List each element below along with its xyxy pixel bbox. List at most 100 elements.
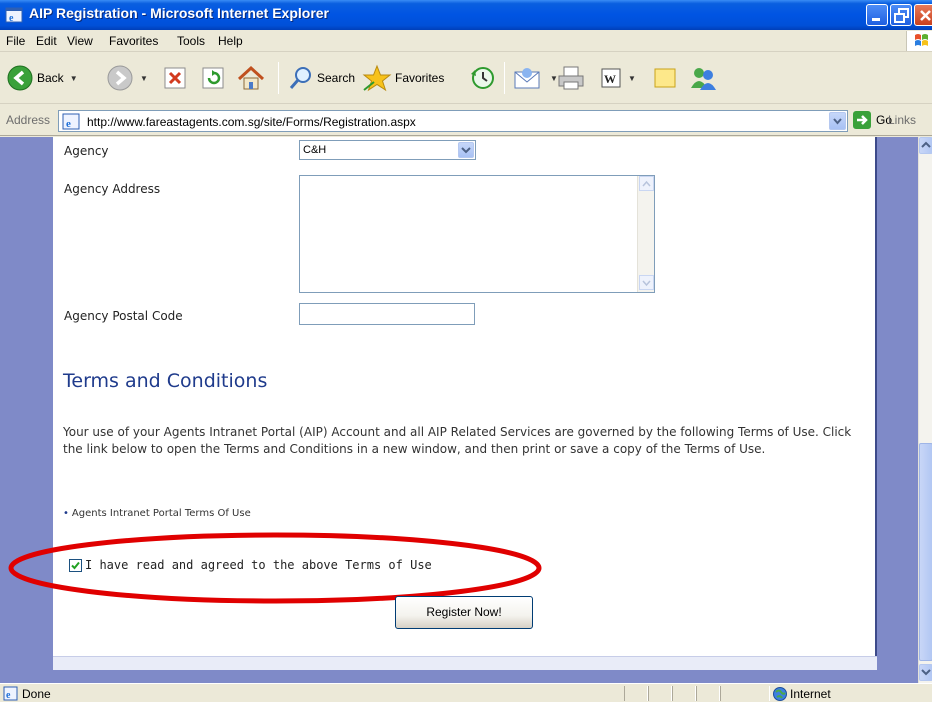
checkmark-icon (71, 561, 80, 569)
minimize-icon (872, 18, 880, 21)
registration-form: Agency C&H Agency Address Agency Postal … (8, 137, 877, 670)
page-scrollbar[interactable] (918, 137, 932, 683)
postal-code-input[interactable] (299, 303, 475, 325)
menu-tools[interactable]: Tools (177, 34, 205, 48)
toolbar-separator (278, 62, 279, 94)
page-footer-strip (53, 656, 877, 670)
menu-favorites[interactable]: Favorites (109, 34, 158, 48)
ie-page-icon: e (3, 686, 18, 701)
menu-file[interactable]: File (6, 34, 25, 48)
address-url: http://www.fareastagents.com.sg/site/For… (87, 115, 416, 129)
refresh-icon (202, 67, 224, 89)
dropdown-arrow-icon: ▼ (140, 73, 148, 83)
svg-text:e: e (66, 118, 71, 130)
status-text: Done (22, 687, 51, 701)
chevron-down-icon (642, 280, 651, 287)
toolbar: Back ▼ ▼ Search Favorites ▼ W ▼ (0, 52, 932, 104)
agree-label: I have read and agreed to the above Term… (85, 558, 432, 572)
favorites-button[interactable]: Favorites (362, 60, 444, 96)
chevron-up-icon (921, 141, 931, 148)
security-zone: Internet (790, 687, 831, 701)
scroll-up-button[interactable] (639, 176, 654, 191)
search-label: Search (317, 71, 356, 85)
windows-logo-icon (906, 31, 932, 51)
svg-text:e: e (9, 13, 14, 24)
ie-page-icon: e (62, 113, 80, 130)
status-panel (696, 686, 720, 701)
edit-word-button[interactable]: W ▼ (600, 60, 636, 96)
address-label: Address (6, 113, 51, 127)
agree-checkbox[interactable] (69, 558, 82, 572)
mail-button[interactable]: ▼ (512, 60, 558, 96)
title-bar: e AIP Registration - Microsoft Internet … (0, 0, 932, 30)
print-icon (558, 66, 584, 90)
go-arrow-icon (853, 111, 871, 129)
close-button[interactable] (914, 4, 932, 26)
history-button[interactable] (468, 60, 496, 96)
page-viewport: Agency C&H Agency Address Agency Postal … (0, 137, 918, 683)
stop-button[interactable] (162, 60, 188, 96)
menu-bar: File Edit View Favorites Tools Help (0, 30, 932, 52)
agree-terms-row[interactable]: I have read and agreed to the above Term… (69, 558, 432, 572)
scroll-down-button[interactable] (919, 664, 932, 681)
status-panel (672, 686, 696, 701)
toolbar-separator (504, 62, 505, 94)
print-button[interactable] (556, 60, 586, 96)
minimize-button[interactable] (866, 4, 888, 26)
dropdown-arrow-icon: ▼ (628, 73, 636, 83)
terms-heading: Terms and Conditions (63, 370, 268, 392)
agency-address-textarea[interactable] (299, 175, 655, 293)
messenger-icon (691, 68, 716, 90)
discuss-button[interactable] (652, 60, 678, 96)
window-title: AIP Registration - Microsoft Internet Ex… (29, 5, 330, 21)
textarea-scrollbar[interactable] (637, 176, 654, 292)
refresh-button[interactable] (200, 60, 226, 96)
links-label[interactable]: Links (888, 113, 916, 127)
menu-help[interactable]: Help (218, 34, 243, 48)
globe-icon (773, 687, 787, 701)
svg-text:e: e (6, 690, 11, 701)
back-label: Back (37, 71, 64, 85)
terms-body: Your use of your Agents Intranet Portal … (63, 425, 852, 456)
word-icon: W (601, 68, 621, 88)
mail-icon (514, 68, 540, 89)
forward-button[interactable]: ▼ (106, 60, 148, 96)
address-input[interactable]: e http://www.fareastagents.com.sg/site/F… (58, 110, 848, 132)
scroll-thumb[interactable] (919, 443, 932, 661)
agency-label: Agency (64, 144, 109, 158)
home-button[interactable] (236, 60, 266, 96)
ie-icon: e (5, 7, 23, 24)
status-bar: e Done Internet (0, 683, 932, 702)
back-button[interactable]: Back ▼ (6, 60, 78, 96)
terms-link-text[interactable]: Agents Intranet Portal Terms Of Use (72, 508, 251, 519)
chevron-down-icon (833, 118, 842, 125)
forward-arrow-icon (107, 65, 133, 91)
favorites-label: Favorites (395, 71, 445, 85)
agency-address-label: Agency Address (64, 182, 161, 196)
register-now-button[interactable]: Register Now! (395, 596, 533, 629)
restore-icon (894, 8, 909, 23)
go-button[interactable]: Go (852, 110, 892, 130)
status-panel (720, 686, 770, 701)
scroll-down-button[interactable] (639, 275, 654, 290)
agency-dropdown-button[interactable] (458, 142, 474, 158)
back-arrow-icon (7, 65, 33, 91)
note-icon (654, 68, 676, 88)
search-button[interactable]: Search (288, 60, 355, 96)
menu-view[interactable]: View (67, 34, 93, 48)
address-bar: Address e http://www.fareastagents.com.s… (0, 104, 932, 136)
home-icon (237, 65, 265, 90)
address-dropdown-button[interactable] (829, 112, 846, 130)
agency-select-value: C&H (303, 144, 327, 156)
postal-code-label: Agency Postal Code (64, 309, 183, 323)
history-icon (471, 67, 494, 89)
bullet-icon: • (63, 508, 69, 519)
messenger-button[interactable] (688, 60, 718, 96)
scroll-up-button[interactable] (919, 137, 932, 154)
svg-text:W: W (604, 72, 616, 86)
menu-edit[interactable]: Edit (36, 34, 57, 48)
chevron-down-icon (461, 147, 471, 154)
agency-select[interactable]: C&H (299, 140, 476, 160)
terms-of-use-link[interactable]: • Agents Intranet Portal Terms Of Use (63, 508, 251, 519)
restore-button[interactable] (890, 4, 912, 26)
